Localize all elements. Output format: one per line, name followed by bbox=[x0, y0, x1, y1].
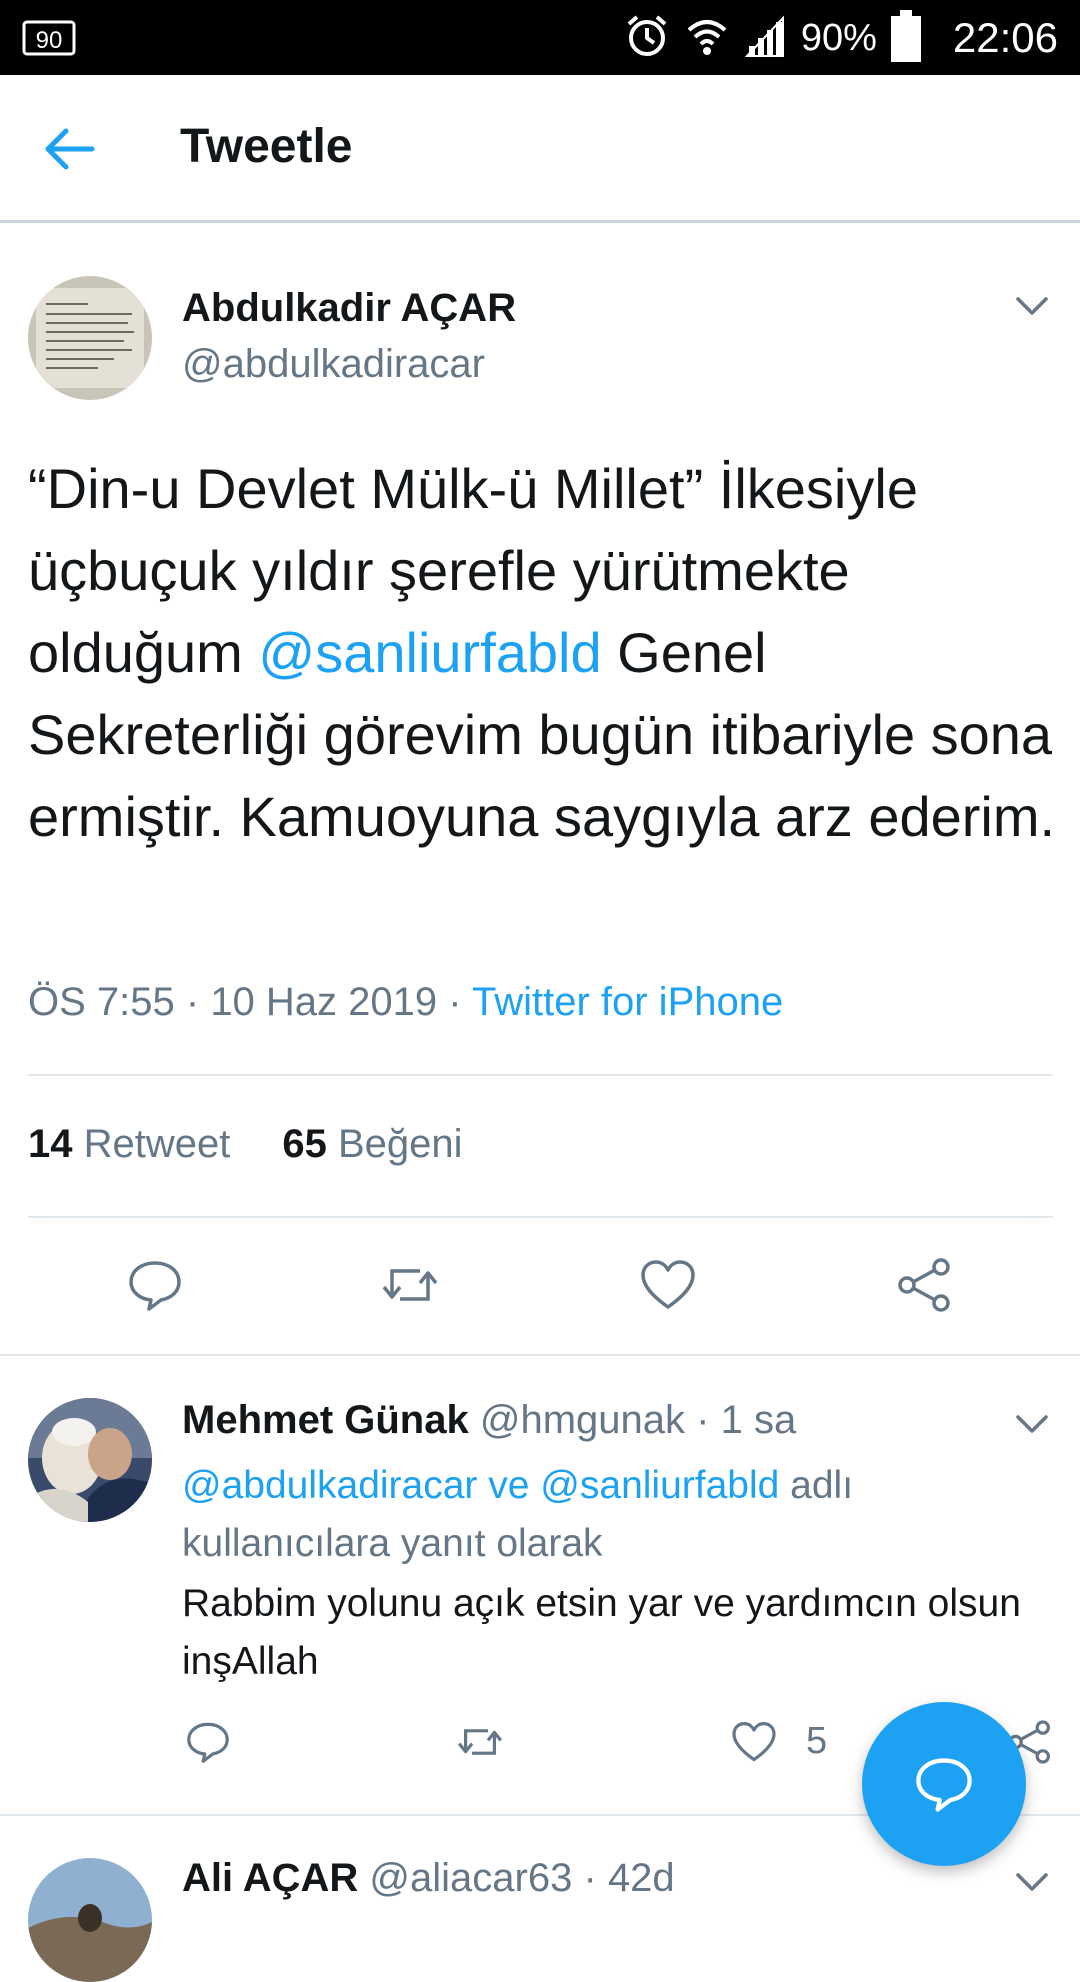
reply-avatar[interactable] bbox=[28, 1398, 152, 1522]
status-bar: 90 90% 22:06 bbox=[0, 0, 1080, 75]
like-icon[interactable] bbox=[638, 1255, 698, 1315]
page-title: Tweetle bbox=[180, 120, 353, 173]
reply-mention-2[interactable]: @sanliurfabld bbox=[540, 1464, 779, 1507]
tweet-actions bbox=[0, 1255, 1080, 1325]
reply-icon[interactable] bbox=[184, 1718, 232, 1766]
tweet-date: 10 Haz 2019 bbox=[210, 980, 438, 1024]
reply-handle[interactable]: @hmgunak bbox=[480, 1398, 685, 1442]
reply-header: Mehmet Günak @hmgunak · 1 sa bbox=[182, 1398, 797, 1442]
back-arrow-icon[interactable] bbox=[40, 119, 100, 179]
divider bbox=[0, 1354, 1080, 1356]
tweet-stats: 14 Retweet 65 Beğeni bbox=[28, 1122, 463, 1167]
reply-age: 1 sa bbox=[720, 1398, 797, 1442]
retweet-count: 14 bbox=[28, 1122, 73, 1166]
compose-reply-icon bbox=[916, 1758, 972, 1812]
like-label: Beğeni bbox=[338, 1122, 463, 1166]
like-count: 65 bbox=[282, 1122, 327, 1166]
share-icon[interactable] bbox=[895, 1255, 955, 1315]
reply-like-count: 5 bbox=[806, 1720, 828, 1762]
tweet-mention[interactable]: @sanliurfabld bbox=[258, 621, 601, 684]
like-icon[interactable] bbox=[730, 1718, 778, 1766]
tweet-time: ÖS 7:55 bbox=[28, 980, 175, 1024]
chevron-down-icon[interactable] bbox=[1012, 1404, 1052, 1444]
signal-icon bbox=[743, 14, 787, 63]
reply-header: Ali AÇAR @aliacar63 · 42d bbox=[182, 1856, 675, 1900]
author-handle[interactable]: @abdulkadiracar bbox=[182, 342, 485, 387]
screen-badge-text: 90 bbox=[36, 27, 63, 54]
reply-icon[interactable] bbox=[125, 1255, 185, 1315]
retweet-label: Retweet bbox=[83, 1122, 231, 1166]
retweet-icon[interactable] bbox=[380, 1255, 440, 1315]
author-name[interactable]: Abdulkadir AÇAR bbox=[182, 286, 516, 331]
tweet-meta: ÖS 7:55 · 10 Haz 2019 · Twitter for iPho… bbox=[28, 980, 784, 1024]
battery-icon bbox=[890, 9, 921, 67]
status-time: 22:06 bbox=[952, 14, 1058, 61]
reply-handle[interactable]: @aliacar63 bbox=[369, 1856, 572, 1900]
alarm-icon bbox=[623, 12, 671, 65]
screen-badge-icon: 90 bbox=[22, 18, 78, 58]
reply-to-line: @abdulkadiracar ve @sanliurfabld adlı ku… bbox=[182, 1464, 854, 1565]
app-bar: Tweetle bbox=[0, 75, 1080, 223]
tweet-source[interactable]: Twitter for iPhone bbox=[472, 980, 783, 1024]
reply-mention-1[interactable]: @abdulkadiracar bbox=[182, 1464, 477, 1507]
compose-reply-button[interactable] bbox=[862, 1702, 1026, 1866]
like-stat[interactable]: 65 Beğeni bbox=[282, 1122, 462, 1166]
chevron-down-icon[interactable] bbox=[1012, 286, 1052, 326]
chevron-down-icon[interactable] bbox=[1012, 1862, 1052, 1902]
reply-age: 42d bbox=[607, 1856, 675, 1900]
reply-name[interactable]: Ali AÇAR bbox=[182, 1856, 358, 1900]
retweet-stat[interactable]: 14 Retweet bbox=[28, 1122, 230, 1166]
retweet-icon[interactable] bbox=[456, 1718, 504, 1766]
divider bbox=[28, 1074, 1053, 1076]
reply-avatar[interactable] bbox=[28, 1858, 152, 1982]
reply-name[interactable]: Mehmet Günak bbox=[182, 1398, 469, 1442]
divider bbox=[28, 1216, 1053, 1218]
wifi-icon bbox=[685, 14, 729, 63]
author-avatar[interactable] bbox=[28, 276, 152, 400]
reply-text: Rabbim yolunu açık etsin yar ve yardımcı… bbox=[182, 1582, 1021, 1683]
tweet-text: “Din-u Devlet Mülk-ü Millet” İlkesiyle ü… bbox=[28, 448, 1058, 858]
battery-percent: 90% bbox=[800, 16, 877, 59]
